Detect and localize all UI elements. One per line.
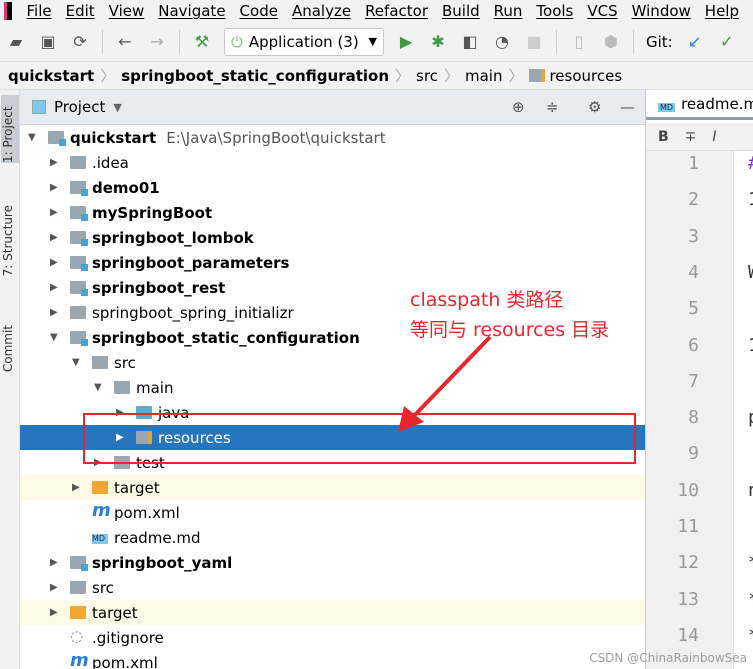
annotation-arrow xyxy=(398,335,492,432)
watermark: CSDN @ChinaRainbowSea xyxy=(589,651,747,665)
